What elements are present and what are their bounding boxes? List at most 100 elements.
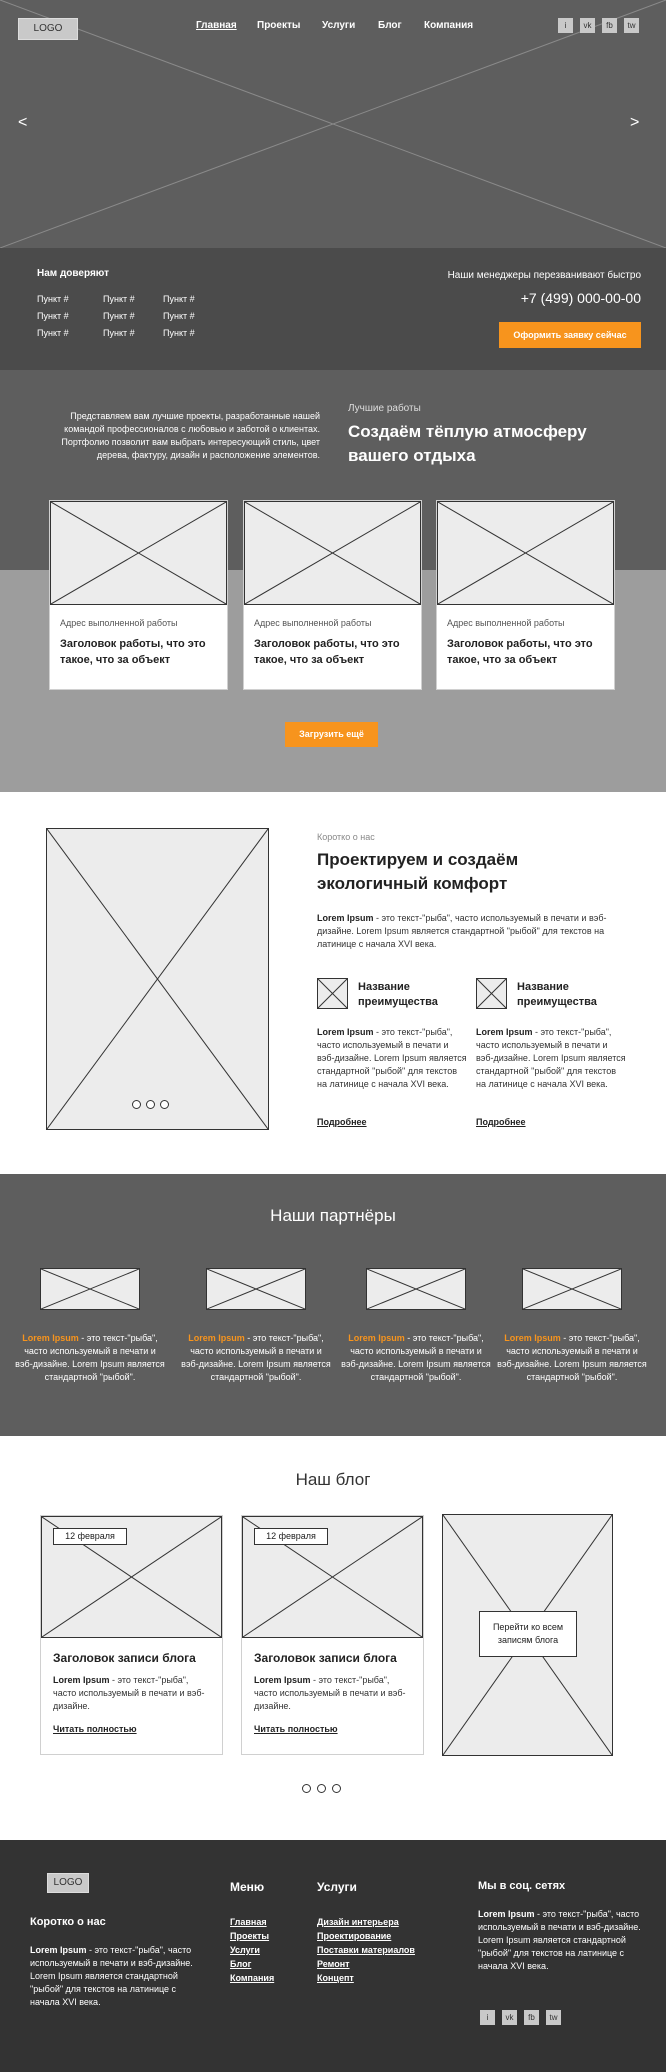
nav-item-services[interactable]: Услуги (322, 20, 355, 31)
partners-section: Наши партнёры Lorem Ipsum - это текст-"р… (0, 1174, 666, 1436)
trust-item: Пункт # (103, 311, 135, 321)
all-posts-button[interactable]: Перейти ко всем записям блога (479, 1611, 577, 1657)
blog-read-more-link[interactable]: Читать полностью (53, 1724, 137, 1734)
advantage-text: Lorem Ipsum - это текст-"рыба", часто ис… (317, 1027, 467, 1089)
social-facebook-icon[interactable]: fb (602, 18, 617, 33)
carousel-dot[interactable] (146, 1100, 155, 1109)
trust-item: Пункт # (103, 328, 135, 338)
blog-post-text: Lorem Ipsum - это текст-"рыба", часто ис… (53, 1675, 205, 1711)
footer-logo[interactable]: LOGO (47, 1873, 89, 1893)
footer-services-title: Услуги (317, 1880, 357, 1894)
partner-text: Lorem Ipsum - это текст-"рыба", часто ис… (497, 1333, 647, 1382)
about-label: Коротко о нас (317, 832, 375, 842)
load-more-button[interactable]: Загрузить ещё (285, 722, 378, 747)
trust-item: Пункт # (37, 294, 69, 304)
carousel-dot[interactable] (132, 1100, 141, 1109)
blog-carousel-dot[interactable] (332, 1784, 341, 1793)
partner-text: Lorem Ipsum - это текст-"рыба", часто ис… (341, 1333, 491, 1382)
callback-text: Наши менеджеры перезванивают быстро (447, 270, 641, 281)
blog-post-title: Заголовок записи блога (254, 1651, 397, 1665)
footer-social-text: Lorem Ipsum - это текст-"рыба", часто ис… (478, 1909, 641, 1971)
footer-about-text: Lorem Ipsum - это текст-"рыба", часто ис… (30, 1945, 193, 2007)
order-button[interactable]: Оформить заявку сейчас (499, 322, 641, 348)
about-title: Проектируем и создаём экологичный комфор… (317, 850, 519, 893)
footer-instagram-icon[interactable]: i (480, 2010, 495, 2025)
blog-card[interactable]: 12 февраля Заголовок записи блога Lorem … (241, 1515, 424, 1755)
advantage-icon (476, 978, 507, 1009)
blog-date-badge: 12 февраля (53, 1528, 127, 1545)
advantage-icon (317, 978, 348, 1009)
blog-title: Наш блог (295, 1470, 371, 1489)
trust-item: Пункт # (37, 328, 69, 338)
social-twitter-icon[interactable]: tw (624, 18, 639, 33)
trust-item: Пункт # (163, 311, 195, 321)
project-card[interactable]: Адрес выполненной работы Заголовок работ… (49, 500, 228, 690)
slider-prev-arrow-icon[interactable]: < (18, 114, 27, 132)
logo[interactable]: LOGO (18, 18, 78, 40)
project-image-placeholder (244, 501, 421, 605)
footer-service-link[interactable]: Проектирование (317, 1931, 391, 1941)
carousel-dot[interactable] (160, 1100, 169, 1109)
project-card[interactable]: Адрес выполненной работы Заголовок работ… (436, 500, 615, 690)
footer-service-link[interactable]: Концепт (317, 1973, 354, 1983)
trust-item: Пункт # (163, 328, 195, 338)
footer-menu-link[interactable]: Услуги (230, 1945, 260, 1955)
partner-text: Lorem Ipsum - это текст-"рыба", часто ис… (181, 1333, 331, 1382)
project-title: Заголовок работы, что это такое, что за … (447, 638, 593, 666)
footer-menu-title: Меню (230, 1880, 265, 1894)
footer-facebook-icon[interactable]: fb (524, 2010, 539, 2025)
footer-menu-link[interactable]: Блог (230, 1959, 251, 1969)
footer-menu-link[interactable]: Главная (230, 1917, 267, 1927)
projects-intro: Представляем вам лучшие проекты, разрабо… (61, 411, 320, 460)
projects-title: Создаём тёплую атмосферу вашего отдыха (348, 422, 587, 465)
nav-item-home[interactable]: Главная (196, 20, 237, 31)
blog-card[interactable]: 12 февраля Заголовок записи блога Lorem … (40, 1515, 223, 1755)
partner-logo-placeholder[interactable] (206, 1268, 306, 1310)
project-image-placeholder (50, 501, 227, 605)
blog-date-badge: 12 февраля (254, 1528, 328, 1545)
hero-image-placeholder (0, 0, 666, 248)
hero-slider: LOGO Главная Проекты Услуги Блог Компани… (0, 0, 666, 248)
partner-logo-placeholder[interactable] (366, 1268, 466, 1310)
project-address: Адрес выполненной работы (447, 618, 565, 628)
footer-about-title: Коротко о нас (30, 1916, 106, 1928)
blog-carousel-dot[interactable] (317, 1784, 326, 1793)
blog-post-text: Lorem Ipsum - это текст-"рыба", часто ис… (254, 1675, 406, 1711)
advantage-title: Название преимущества (358, 981, 438, 1008)
project-title: Заголовок работы, что это такое, что за … (254, 638, 400, 666)
projects-label: Лучшие работы (348, 403, 421, 414)
partners-title: Наши партнёры (270, 1206, 396, 1225)
advantage-title: Название преимущества (517, 981, 597, 1008)
trust-item: Пункт # (103, 294, 135, 304)
partner-text: Lorem Ipsum - это текст-"рыба", часто ис… (15, 1333, 165, 1382)
nav-item-company[interactable]: Компания (424, 20, 473, 31)
footer-service-link[interactable]: Дизайн интерьера (317, 1917, 399, 1927)
partner-logo-placeholder[interactable] (522, 1268, 622, 1310)
advantage-more-link[interactable]: Подробнее (317, 1117, 367, 1127)
social-vk-icon[interactable]: vk (580, 18, 595, 33)
phone-number[interactable]: +7 (499) 000-00-00 (521, 290, 641, 306)
advantage-more-link[interactable]: Подробнее (476, 1117, 526, 1127)
footer-service-link[interactable]: Поставки материалов (317, 1945, 415, 1955)
blog-read-more-link[interactable]: Читать полностью (254, 1724, 338, 1734)
footer: LOGO Коротко о нас Lorem Ipsum - это тек… (0, 1840, 666, 2072)
footer-menu-link[interactable]: Компания (230, 1973, 274, 1983)
footer-twitter-icon[interactable]: tw (546, 2010, 561, 2025)
footer-vk-icon[interactable]: vk (502, 2010, 517, 2025)
nav-item-projects[interactable]: Проекты (257, 20, 300, 31)
nav-item-blog[interactable]: Блог (378, 20, 402, 31)
project-title: Заголовок работы, что это такое, что за … (60, 638, 206, 666)
project-address: Адрес выполненной работы (60, 618, 178, 628)
project-address: Адрес выполненной работы (254, 618, 372, 628)
trust-item: Пункт # (163, 294, 195, 304)
social-instagram-icon[interactable]: i (558, 18, 573, 33)
trust-title: Нам доверяют (37, 268, 109, 279)
footer-menu-link[interactable]: Проекты (230, 1931, 269, 1941)
blog-carousel-dot[interactable] (302, 1784, 311, 1793)
partner-logo-placeholder[interactable] (40, 1268, 140, 1310)
footer-service-link[interactable]: Ремонт (317, 1959, 350, 1969)
trust-bar: Нам доверяют Пункт # Пункт # Пункт # Пун… (0, 248, 666, 370)
slider-next-arrow-icon[interactable]: > (630, 114, 639, 132)
all-posts-card[interactable]: Перейти ко всем записям блога (442, 1514, 613, 1756)
project-card[interactable]: Адрес выполненной работы Заголовок работ… (243, 500, 422, 690)
